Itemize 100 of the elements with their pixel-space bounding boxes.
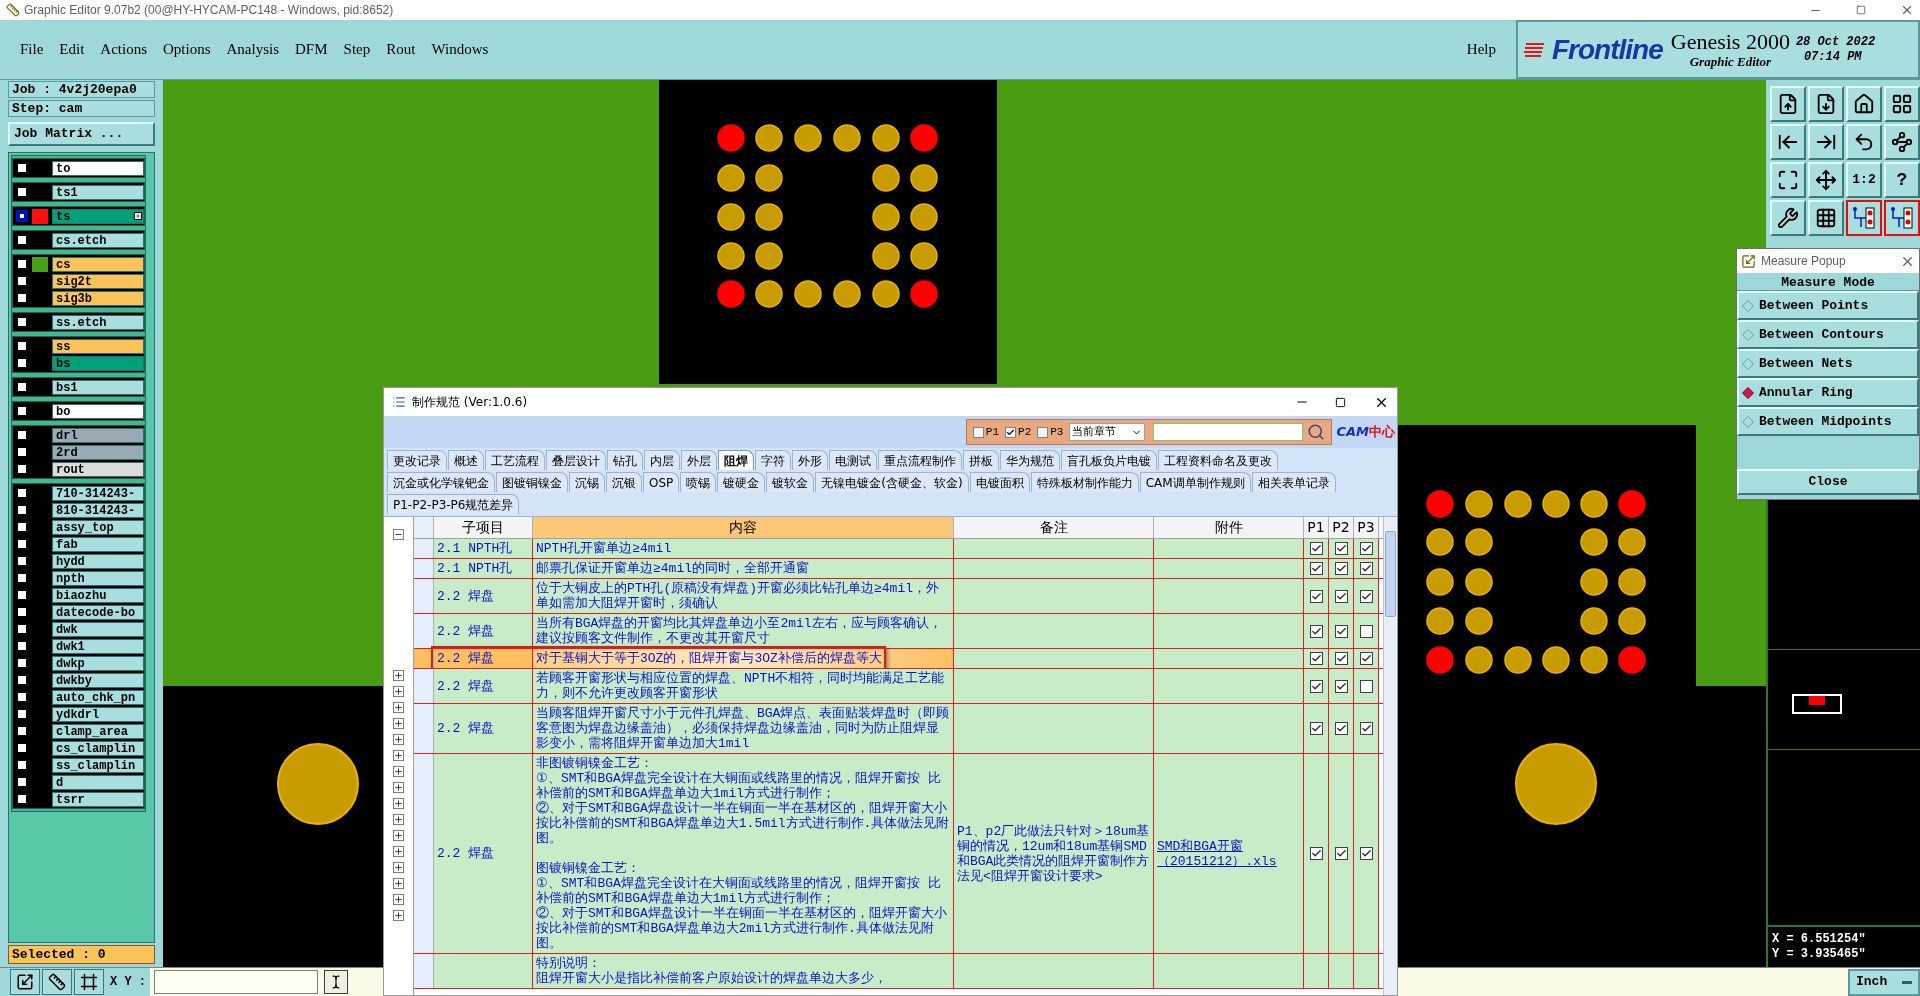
measure-mode-option[interactable]: Annular Ring [1737, 378, 1919, 407]
layer-name[interactable]: auto_chk_pn [52, 689, 144, 705]
section-tab[interactable]: CAM调单制作规则 [1139, 472, 1251, 492]
section-tab[interactable]: 华为规范 [1000, 450, 1060, 470]
scope-select[interactable]: 当前章节 [1069, 423, 1146, 441]
scrollbar[interactable] [1383, 517, 1397, 995]
section-tab[interactable]: 沉银 [606, 472, 642, 492]
layer-name[interactable]: npth [52, 570, 144, 586]
netlist-button[interactable] [1884, 200, 1920, 236]
section-tab[interactable]: 镀硬金 [717, 472, 766, 492]
column-header[interactable]: P1 [1304, 517, 1329, 538]
tool-button[interactable] [10, 969, 40, 995]
layer-name[interactable]: sig2t [52, 273, 144, 289]
section-tab[interactable]: 工艺流程 [485, 450, 545, 470]
layer-name[interactable]: fab [52, 536, 144, 552]
plant-checkbox[interactable] [1309, 589, 1323, 603]
layer-checkbox[interactable] [16, 674, 28, 686]
plant-checkbox[interactable] [1309, 624, 1323, 638]
menu-item[interactable]: Analysis [220, 38, 286, 61]
collapse-icon[interactable] [393, 529, 404, 540]
layer-checkbox[interactable] [16, 186, 28, 198]
section-tab[interactable]: 外层 [681, 450, 717, 470]
plant-checkbox[interactable] [1309, 542, 1323, 555]
layer-name[interactable]: bs1 [52, 379, 144, 395]
units-select[interactable]: Inch [1848, 968, 1920, 996]
plant-checkbox[interactable] [1359, 722, 1373, 735]
plant-checkbox[interactable] [1334, 847, 1348, 860]
plant-checkbox[interactable] [1334, 589, 1348, 603]
section-tab[interactable]: 沉金或化学镍钯金 [387, 472, 495, 492]
layer-name[interactable]: assy_top [52, 519, 144, 535]
menu-item[interactable]: Step [337, 38, 377, 61]
section-tab[interactable]: 镀软金 [766, 472, 815, 492]
section-tab[interactable]: 喷锡 [680, 472, 717, 492]
layer-name[interactable]: ss.etch [52, 314, 144, 330]
layer-checkbox[interactable] [16, 210, 28, 222]
layer-name[interactable]: 710-314243- [52, 485, 144, 501]
layer-name[interactable]: sig3b [52, 290, 144, 306]
section-tab[interactable]: 外形 [792, 450, 828, 470]
section-tab[interactable]: 无镍电镀金(含硬金、软金) [815, 472, 969, 492]
help-button[interactable]: ? [1884, 162, 1920, 198]
section-tab[interactable]: 阻焊 [718, 450, 754, 470]
layer-checkbox[interactable] [16, 538, 28, 550]
tool-button[interactable] [74, 969, 104, 995]
layer-name[interactable]: ydkdrl [52, 706, 144, 722]
menu-item[interactable]: Edit [53, 38, 91, 61]
layer-name[interactable]: clamp_area [52, 723, 144, 739]
column-header[interactable]: 内容 [533, 517, 954, 538]
measure-mode-option[interactable]: Between Contours [1737, 320, 1919, 349]
layer-checkbox[interactable] [16, 292, 28, 304]
layer-checkbox[interactable] [16, 258, 28, 270]
filter-checkbox[interactable] [1037, 426, 1049, 438]
layer-name[interactable]: tsrr [52, 791, 144, 807]
filter-label[interactable]: P2 [1018, 423, 1032, 441]
section-tab[interactable]: 字符 [755, 450, 791, 470]
menu-item[interactable]: Windows [425, 38, 495, 61]
expand-icon[interactable] [393, 766, 404, 777]
column-header[interactable]: P3 [1354, 517, 1379, 538]
layer-checkbox[interactable] [16, 555, 28, 567]
column-header[interactable]: P2 [1329, 517, 1354, 538]
layer-checkbox[interactable] [16, 640, 28, 652]
plant-checkbox[interactable] [1359, 679, 1373, 693]
layer-name[interactable]: cs [52, 256, 144, 272]
layer-name[interactable]: ss [52, 338, 144, 354]
layer-checkbox[interactable] [16, 340, 28, 352]
plant-checkbox[interactable] [1359, 589, 1373, 603]
layer-checkbox[interactable] [16, 504, 28, 516]
plant-checkbox[interactable] [1359, 652, 1373, 665]
expand-icon[interactable] [393, 846, 404, 857]
layer-name[interactable]: dwk [52, 621, 144, 637]
plant-checkbox[interactable] [1359, 542, 1373, 555]
layer-name[interactable]: 810-314243- [52, 502, 144, 518]
xy-input-field[interactable] [154, 970, 318, 994]
attachment-link[interactable]: SMD和BGA开窗（20151212）.xls [1157, 838, 1300, 869]
section-tab[interactable]: 图镀铜镍金 [496, 472, 568, 492]
layer-checkbox[interactable] [16, 623, 28, 635]
section-tab[interactable]: 特殊板材制作能力 [1030, 472, 1139, 492]
layer-checkbox[interactable] [16, 708, 28, 720]
job-matrix-button[interactable]: Job Matrix ... [8, 122, 155, 146]
layer-checkbox[interactable] [16, 691, 28, 703]
column-header[interactable]: 备注 [954, 517, 1154, 538]
layer-checkbox[interactable] [16, 405, 28, 417]
tool-button[interactable] [42, 969, 72, 995]
menu-item[interactable]: DFM [289, 38, 334, 61]
section-tab[interactable]: 概述 [448, 450, 484, 470]
measure-mode-option[interactable]: Between Midpoints [1737, 407, 1919, 436]
layer-checkbox[interactable] [16, 446, 28, 458]
layer-checkbox[interactable] [16, 316, 28, 328]
expand-icon[interactable] [393, 702, 404, 713]
section-tab[interactable]: 更改记录 [387, 450, 447, 470]
expand-icon[interactable] [393, 862, 404, 873]
layer-name[interactable]: datecode-bo [52, 604, 144, 620]
section-tab[interactable]: 内层 [644, 450, 680, 470]
section-tab[interactable]: 沉锡 [569, 472, 605, 492]
plant-checkbox[interactable] [1309, 847, 1323, 860]
layer-name[interactable]: ss_clamplin [52, 757, 144, 773]
plant-checkbox[interactable] [1309, 679, 1323, 693]
plant-checkbox[interactable] [1359, 847, 1373, 860]
plant-checkbox[interactable] [1359, 562, 1373, 575]
expand-icon[interactable] [393, 830, 404, 841]
filter-checkbox[interactable] [1005, 426, 1017, 438]
